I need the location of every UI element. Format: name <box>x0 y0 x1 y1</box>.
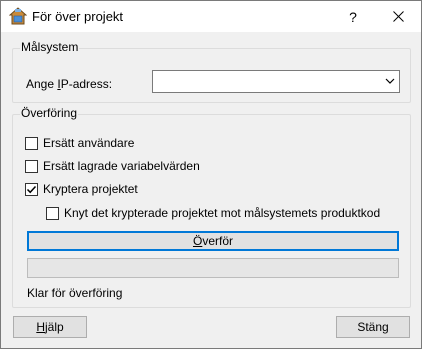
close-button[interactable]: Stäng <box>336 316 410 338</box>
replace-values-checkbox[interactable] <box>25 159 38 173</box>
transfer-group: Överföring Ersätt användare Ersätt lagra… <box>12 106 411 308</box>
transfer-button[interactable]: Överför <box>27 231 399 251</box>
close-icon <box>392 11 404 22</box>
window-title: För över projekt <box>32 9 124 24</box>
help-button-rest: jälp <box>44 320 64 334</box>
ip-address-combobox[interactable] <box>152 70 400 93</box>
replace-values-option[interactable]: Ersätt lagrade variabelvärden <box>25 159 200 173</box>
app-house-icon <box>9 7 27 25</box>
encrypt-project-checkbox[interactable] <box>25 182 38 196</box>
transfer-button-rest: verför <box>202 234 234 248</box>
ip-label-suffix: P-adress: <box>60 77 113 91</box>
title-close-button[interactable] <box>375 1 421 32</box>
title-bar: För över projekt ? <box>1 1 421 32</box>
replace-users-option[interactable]: Ersätt användare <box>25 136 134 150</box>
replace-users-label: Ersätt användare <box>43 136 135 150</box>
bind-product-code-label: Knyt det krypterade projektet mot målsys… <box>64 206 381 220</box>
checkmark-icon <box>26 185 37 193</box>
status-text: Klar för överföring <box>27 286 123 300</box>
close-button-label: Stäng <box>357 320 389 334</box>
help-button-mnemonic: H <box>36 320 45 334</box>
replace-values-label: Ersätt lagrade variabelvärden <box>43 159 200 173</box>
ip-address-label: Ange IP-adress: <box>26 77 112 91</box>
target-system-group: Målsystem Ange IP-adress: <box>12 40 411 103</box>
transfer-button-label: Överför <box>193 234 233 248</box>
target-system-group-title: Målsystem <box>20 40 80 54</box>
encrypt-project-label: Kryptera projektet <box>43 182 138 196</box>
bind-product-code-option[interactable]: Knyt det krypterade projektet mot målsys… <box>46 206 380 220</box>
help-button-label: Hjälp <box>36 320 63 334</box>
transfer-group-title: Överföring <box>20 106 79 120</box>
encrypt-project-option[interactable]: Kryptera projektet <box>25 182 138 196</box>
title-help-button[interactable]: ? <box>332 1 374 32</box>
help-button[interactable]: Hjälp <box>13 316 87 338</box>
help-icon: ? <box>349 8 357 25</box>
transfer-progress-bar <box>27 258 399 278</box>
transfer-project-dialog: För över projekt ? Målsystem Ange IP-adr… <box>0 0 422 349</box>
bind-product-code-checkbox[interactable] <box>46 206 59 220</box>
replace-users-checkbox[interactable] <box>25 136 38 150</box>
ip-label-prefix: Ange <box>26 77 58 91</box>
transfer-button-mnemonic: Ö <box>192 234 203 248</box>
chevron-down-icon[interactable] <box>385 77 395 85</box>
